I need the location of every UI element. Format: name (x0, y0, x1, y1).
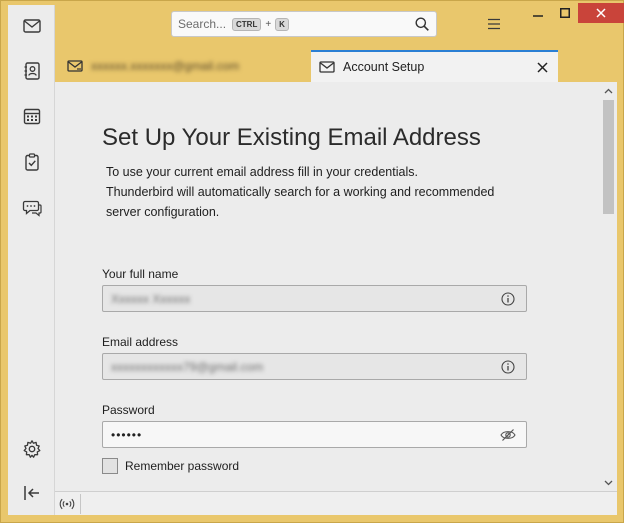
scroll-down-button[interactable] (600, 476, 617, 490)
collapse-sidebar-icon (23, 486, 39, 500)
remember-password-checkbox[interactable] (102, 458, 118, 474)
info-icon (501, 360, 515, 374)
app-window: Search... CTRL + K xxxxxx.xxxxxxx@gmail.… (0, 0, 624, 523)
eye-hidden-icon (500, 429, 516, 441)
remember-password-label[interactable]: Remember password (125, 459, 239, 473)
info-icon (501, 292, 515, 306)
email-info-button[interactable] (500, 359, 516, 375)
hamburger-menu-icon (488, 18, 500, 30)
address-book-space-button[interactable] (8, 54, 55, 88)
online-status-icon[interactable] (59, 496, 75, 512)
tab-account-setup-label: Account Setup (343, 60, 425, 74)
chat-icon (22, 200, 42, 217)
password-value: •••••• (111, 427, 143, 442)
password-field[interactable]: •••••• (102, 421, 527, 448)
app-menu-button[interactable] (483, 13, 505, 35)
maximize-icon (560, 8, 570, 18)
chevron-down-icon (604, 480, 613, 486)
remember-password-row: Remember password (102, 458, 239, 474)
status-divider (80, 494, 81, 514)
mail-icon (22, 19, 41, 33)
full-name-label: Your full name (102, 267, 179, 281)
scroll-thumb[interactable] (603, 100, 614, 214)
full-name-value: Xxxxxx Xxxxxx (111, 291, 191, 306)
shortcut-key-ctrl: CTRL (232, 17, 262, 31)
scroll-up-button[interactable] (600, 84, 617, 98)
minimize-button[interactable] (524, 3, 552, 23)
shortcut-key-k: K (275, 17, 289, 31)
page-title: Set Up Your Existing Email Address (102, 124, 481, 151)
shortcut-plus: + (265, 18, 272, 30)
address-book-icon (24, 62, 40, 80)
maximize-button[interactable] (552, 3, 578, 23)
full-name-info-button[interactable] (500, 291, 516, 307)
close-icon (596, 8, 606, 18)
minimize-icon (533, 15, 543, 17)
tab-inbox[interactable]: xxxxxx.xxxxxxx@gmail.com (55, 51, 305, 81)
close-icon (536, 61, 548, 73)
calendar-icon (23, 108, 40, 125)
collapse-spaces-button[interactable] (8, 476, 55, 510)
intro-line-3: server configuration. (106, 205, 220, 219)
global-search-input[interactable]: Search... CTRL + K (171, 11, 437, 37)
search-icon[interactable] (414, 16, 430, 32)
intro-line-2: Thunderbird will automatically search fo… (106, 185, 495, 199)
search-placeholder: Search... (178, 17, 227, 31)
close-window-button[interactable] (578, 3, 624, 23)
settings-gear-icon (23, 440, 40, 458)
email-field[interactable]: xxxxxxxxxxxx79@gmail.com (102, 353, 527, 380)
close-tab-button[interactable] (534, 59, 550, 75)
tasks-space-button[interactable] (8, 145, 55, 179)
spaces-toolbar (8, 5, 55, 515)
full-name-field[interactable]: Xxxxxx Xxxxxx (102, 285, 527, 312)
email-label: Email address (102, 335, 179, 349)
tab-account-setup[interactable]: Account Setup (311, 50, 558, 82)
intro-text: To use your current email address fill i… (106, 162, 546, 222)
calendar-space-button[interactable] (8, 99, 55, 133)
title-bar: Search... CTRL + K (55, 1, 624, 47)
account-setup-panel: Set Up Your Existing Email Address To us… (55, 82, 617, 491)
email-value: xxxxxxxxxxxx79@gmail.com (111, 359, 264, 374)
tab-inbox-label: xxxxxx.xxxxxxx@gmail.com (91, 59, 240, 73)
chevron-up-icon (604, 88, 613, 94)
mail-space-button[interactable] (8, 9, 55, 43)
password-label: Password (102, 403, 155, 417)
toggle-password-visibility-button[interactable] (500, 427, 516, 443)
mail-tab-icon (319, 61, 335, 73)
vertical-scrollbar[interactable] (600, 82, 617, 491)
mail-tab-icon (67, 60, 83, 72)
tasks-icon (24, 153, 39, 171)
chat-space-button[interactable] (8, 191, 55, 225)
intro-line-1: To use your current email address fill i… (106, 165, 418, 179)
status-bar (55, 491, 617, 515)
settings-button[interactable] (8, 432, 55, 466)
